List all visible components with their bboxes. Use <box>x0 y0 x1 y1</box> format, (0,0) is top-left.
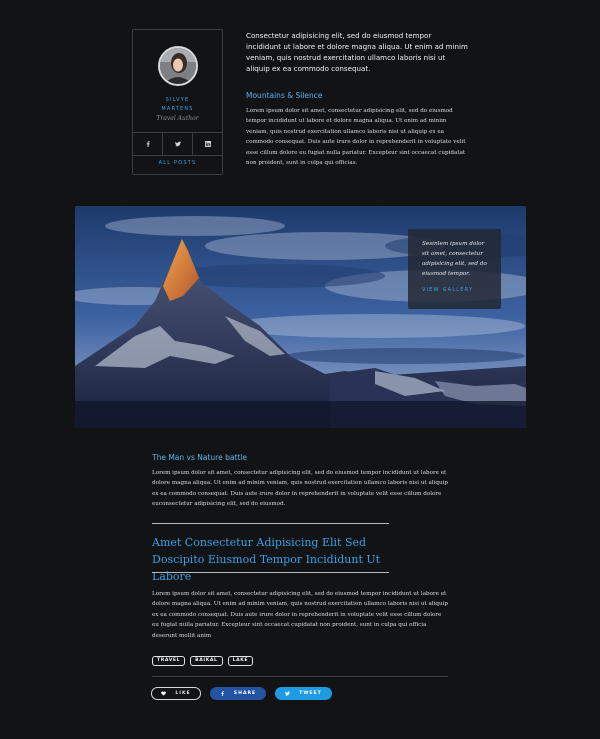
pull-quote: Amet Consectetur Adipisicing Elit Sed Do… <box>152 536 381 583</box>
facebook-icon <box>221 691 224 696</box>
tag-travel[interactable]: TRAVEL <box>152 656 186 666</box>
quote-top-divider <box>152 523 389 524</box>
share-label: SHARE <box>233 691 257 696</box>
intro-heading: Mountains & Silence <box>246 91 323 100</box>
twitter-link[interactable] <box>163 133 193 155</box>
overlay-text: Sesinlem ipsum dolor sit amet, consectet… <box>422 241 487 277</box>
heart-icon <box>161 691 167 696</box>
author-role: Travel Author <box>156 115 199 122</box>
linkedin-link[interactable] <box>193 133 222 155</box>
avatar-photo <box>160 48 196 84</box>
author-card: SILVYE MARTENS Travel Author ALL POSTS <box>132 29 223 175</box>
view-gallery-link[interactable]: VIEW GALLERY <box>422 287 491 293</box>
author-social-links <box>133 132 222 156</box>
intro-lead: Consectetur adipisicing elit, sed do eiu… <box>246 31 468 73</box>
intro-body: Lorem ipsum dolor sit amet, consectetur … <box>246 108 466 167</box>
facebook-link[interactable] <box>133 133 163 155</box>
facebook-share-button[interactable]: SHARE <box>210 687 266 700</box>
section-body: Lorem ipsum dolor sit amet, consectetur … <box>152 470 448 508</box>
section-heading: The Man vs Nature battle <box>152 453 248 462</box>
tag-list: TRAVEL BAIKAL LAKE <box>152 656 254 666</box>
linkedin-icon <box>204 141 211 147</box>
tag-lake[interactable]: LAKE <box>227 656 254 666</box>
share-divider <box>152 676 448 677</box>
author-name[interactable]: SILVYE MARTENS <box>133 96 222 114</box>
twitter-icon <box>285 691 291 696</box>
twitter-icon <box>174 141 181 147</box>
all-posts-link[interactable]: ALL POSTS <box>133 160 222 166</box>
like-label: LIKE <box>175 691 191 696</box>
tweet-label: TWEET <box>299 691 322 696</box>
gallery-overlay-card: Sesinlem ipsum dolor sit amet, consectet… <box>408 229 501 309</box>
quote-bottom-divider <box>152 572 389 573</box>
closing-body: Lorem ipsum dolor sit amet, consectetur … <box>152 591 448 639</box>
facebook-icon <box>146 141 150 147</box>
like-button[interactable]: LIKE <box>151 687 201 700</box>
share-actions: LIKE SHARE TWEET <box>151 687 332 700</box>
tag-baikal[interactable]: BAIKAL <box>190 656 223 666</box>
tweet-button[interactable]: TWEET <box>275 687 332 700</box>
avatar[interactable] <box>158 46 198 86</box>
